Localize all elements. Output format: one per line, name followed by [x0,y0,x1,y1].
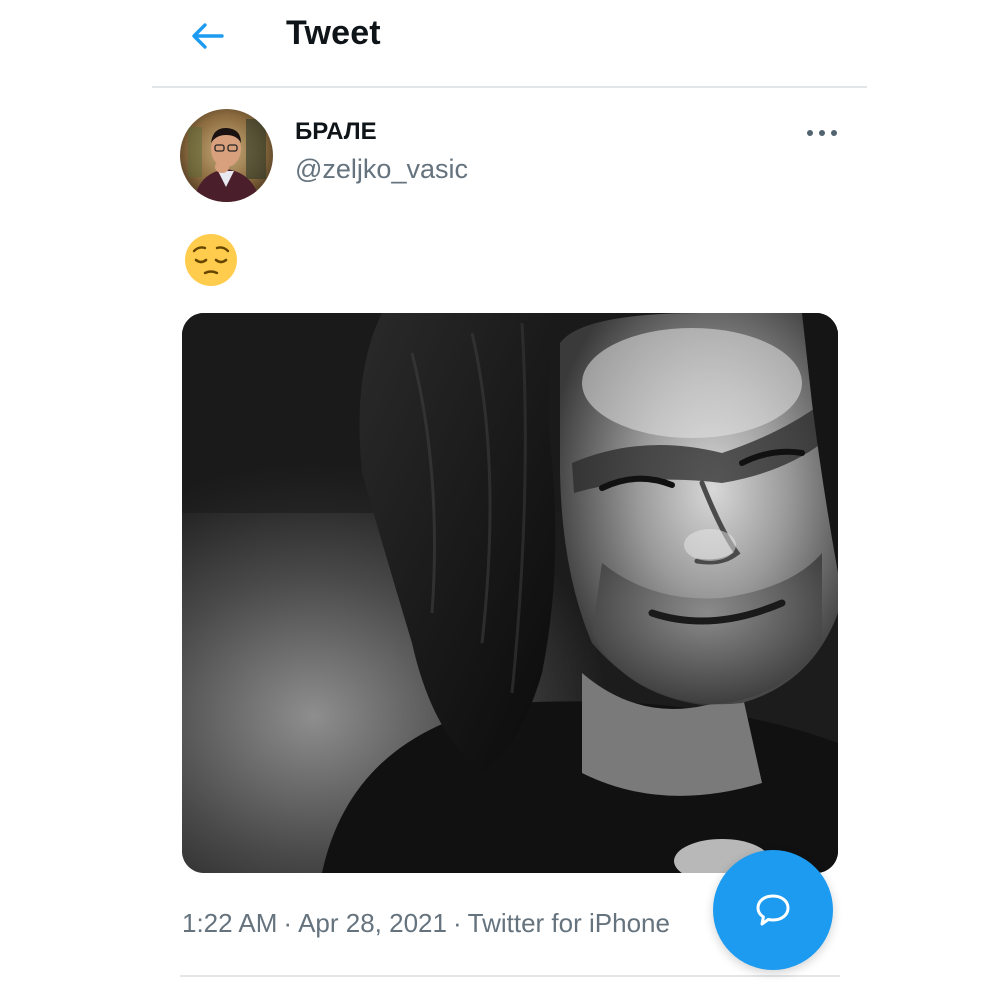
tweet-date[interactable]: Apr 28, 2021 [298,908,447,938]
pensive-face-emoji [185,234,237,286]
author-handle[interactable]: @zeljko_vasic [295,154,468,185]
tweet-meta: 1:22 AM · Apr 28, 2021 · Twitter for iPhone [182,908,670,939]
black-and-white-photo [182,313,838,873]
top-bar: Tweet [152,0,867,88]
page-title: Tweet [286,14,381,52]
arrow-left-icon [192,23,224,49]
meta-separator: · [452,908,462,938]
tweet-time[interactable]: 1:22 AM [182,908,277,938]
more-horizontal-icon [807,130,837,136]
avatar[interactable] [180,109,273,202]
reply-bubble-icon [756,894,790,926]
tweet-detail-page: Tweet БРАЛЕ @zeljko_vasic 1:22 AM · Apr … [0,0,1000,1000]
more-options-button[interactable] [800,120,844,146]
reply-fab-button[interactable] [713,850,833,970]
tweet-text [183,232,239,288]
back-button[interactable] [188,18,228,54]
tweet-media-image[interactable] [182,313,838,873]
meta-separator: · [283,908,293,938]
tweet-source[interactable]: Twitter for iPhone [468,908,670,938]
divider [180,975,840,977]
author-display-name[interactable]: БРАЛЕ [295,118,377,146]
profile-photo [180,109,273,202]
